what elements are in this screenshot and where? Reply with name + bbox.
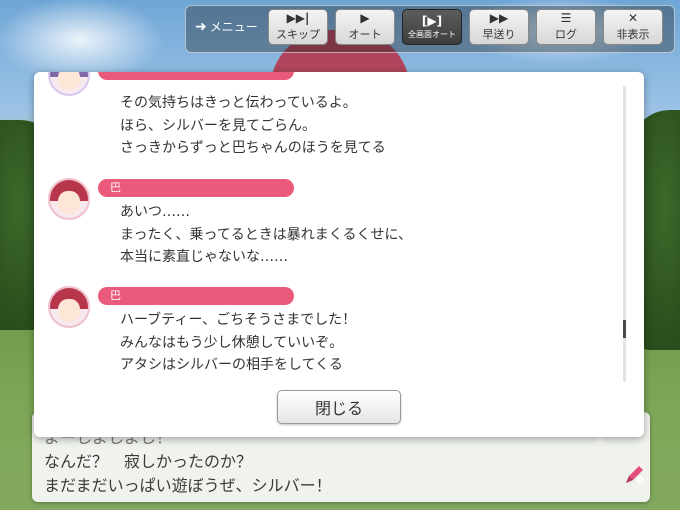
close-icon: ✕ <box>627 11 639 25</box>
avatar <box>48 178 90 220</box>
skip-label: スキップ <box>276 28 320 41</box>
backlog-panel: その気持ちはきっと伝わっているよ。 ほら、シルバーを見てごらん。 さっきからずっ… <box>34 72 644 437</box>
hide-label: 非表示 <box>616 28 650 41</box>
arrow-right-icon: ➜ <box>195 18 207 35</box>
scrollbar-thumb[interactable] <box>623 320 626 338</box>
pen-icon[interactable] <box>622 463 646 487</box>
log-line: ほら、シルバーを見てごらん。 <box>120 118 316 134</box>
log-line: ハーブティー、ごちそうさまでした！ <box>120 312 357 328</box>
skip-icon: ▶▶| <box>286 11 310 25</box>
dialogue-line: まだまだいっぱい遊ぼうぜ、シルバー！ <box>44 476 332 495</box>
log-line: 本当に素直じゃないな…… <box>120 249 288 265</box>
fast-forward-button[interactable]: ▶▶ 早送り <box>469 9 529 45</box>
fullscreen-play-icon: [▶] <box>421 13 443 28</box>
avatar <box>48 286 90 328</box>
log-icon: ☰ <box>560 11 572 25</box>
avatar-face <box>58 72 80 91</box>
speaker-namebar <box>98 72 294 80</box>
skip-button[interactable]: ▶▶| スキップ <box>268 9 328 45</box>
auto-label: オート <box>348 28 382 41</box>
hide-button[interactable]: ✕ 非表示 <box>603 9 663 45</box>
menu-label: メニュー <box>209 20 258 34</box>
close-button[interactable]: 閉じる <box>277 390 401 424</box>
log-line: アタシはシルバーの相手をしてくる <box>120 357 343 373</box>
log-button[interactable]: ☰ ログ <box>536 9 596 45</box>
log-line: まったく、乗ってるときは暴れまくるくせに、 <box>120 227 413 243</box>
log-line: その気持ちはきっと伝わっているよ。 <box>120 95 357 111</box>
log-line: みんなはもう少し休憩していいぞ。 <box>120 335 344 351</box>
dialogue-line: なんだ？ 寂しかったのか？ <box>44 452 253 471</box>
fast-forward-label: 早送り <box>482 28 516 41</box>
log-line: あいつ…… <box>120 204 190 220</box>
fullscreen-auto-label: 全画面オート <box>408 29 456 39</box>
speaker-namebar: 巴 <box>98 287 294 305</box>
avatar-face <box>58 299 80 323</box>
avatar-face <box>58 191 80 215</box>
fast-forward-icon: ▶▶ <box>489 11 509 25</box>
log-label: ログ <box>555 28 577 41</box>
play-icon: ▶ <box>360 11 370 25</box>
avatar <box>48 72 90 96</box>
fullscreen-auto-button[interactable]: [▶] 全画面オート <box>402 9 462 45</box>
log-line: さっきからずっと巴ちゃんのほうを見てる <box>120 140 386 156</box>
speaker-namebar: 巴 <box>98 179 294 197</box>
auto-button[interactable]: ▶ オート <box>335 9 395 45</box>
menu-button[interactable]: ➜ メニュー <box>195 18 258 35</box>
